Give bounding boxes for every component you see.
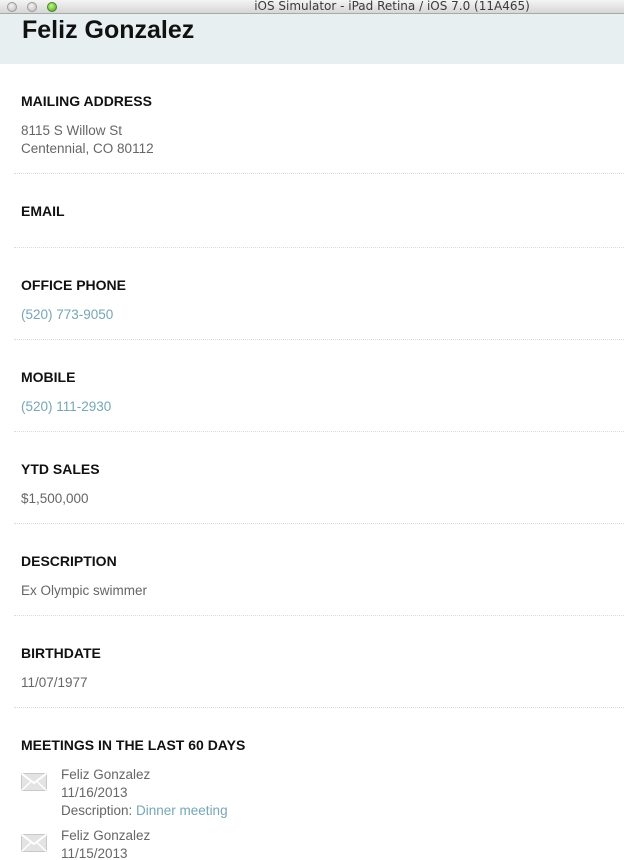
- birthdate-value: 11/07/1977: [21, 675, 88, 690]
- email-section: EMAIL: [14, 174, 624, 248]
- meetings-label: MEETINGS IN THE LAST 60 DAYS: [21, 737, 246, 753]
- meeting-date: 11/15/2013: [61, 846, 128, 860]
- envelope-icon: [21, 834, 47, 852]
- email-label: EMAIL: [21, 203, 65, 219]
- meeting-description: Description: Dinner meeting: [61, 802, 228, 820]
- office-phone-label: OFFICE PHONE: [21, 277, 127, 293]
- birthdate-section: BIRTHDATE 11/07/1977: [14, 616, 624, 708]
- mobile-section: MOBILE (520) 111-2930: [14, 340, 624, 432]
- ytd-sales-section: YTD SALES $1,500,000: [14, 432, 624, 524]
- meeting-description-label: Description:: [61, 803, 137, 818]
- window-title: iOS Simulator - iPad Retina / iOS 7.0 (1…: [254, 0, 530, 13]
- envelope-icon: [21, 773, 47, 791]
- contact-name: Feliz Gonzalez: [22, 16, 195, 44]
- mailing-address-line2: Centennial, CO 80112: [21, 141, 154, 156]
- meeting-contact-name: Feliz Gonzalez: [61, 767, 151, 782]
- mailing-address-section: MAILING ADDRESS 8115 S Willow St Centenn…: [14, 64, 624, 174]
- office-phone-section: OFFICE PHONE (520) 773-9050: [14, 248, 624, 340]
- mailing-address-line1: 8115 S Willow St: [21, 123, 123, 138]
- ytd-sales-value: $1,500,000: [21, 491, 89, 506]
- contact-header: Feliz Gonzalez: [0, 14, 624, 64]
- meeting-date: 11/16/2013: [61, 785, 128, 800]
- window-titlebar: iOS Simulator - iPad Retina / iOS 7.0 (1…: [0, 0, 624, 14]
- mailing-address-label: MAILING ADDRESS: [21, 93, 152, 109]
- mobile-phone-link[interactable]: (520) 111-2930: [21, 398, 111, 416]
- description-label: DESCRIPTION: [21, 553, 117, 569]
- birthdate-label: BIRTHDATE: [21, 645, 101, 661]
- meeting-description-link[interactable]: Dinner meeting: [136, 803, 228, 818]
- meeting-contact-name: Feliz Gonzalez: [61, 828, 151, 843]
- description-value: Ex Olympic swimmer: [21, 583, 148, 598]
- mobile-label: MOBILE: [21, 369, 76, 385]
- description-section: DESCRIPTION Ex Olympic swimmer: [14, 524, 624, 616]
- office-phone-link[interactable]: (520) 773-9050: [21, 306, 113, 324]
- ytd-sales-label: YTD SALES: [21, 461, 100, 477]
